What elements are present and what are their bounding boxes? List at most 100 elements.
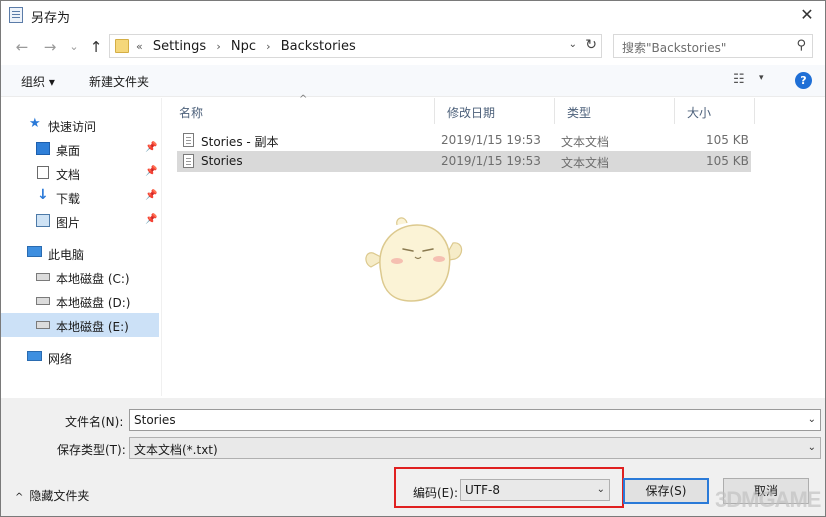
address-bar[interactable]: « Settings › Npc › Backstories ⌄ ↻ [109, 34, 602, 58]
pin-icon[interactable]: 📌 [145, 214, 157, 225]
sidebar-item-pictures[interactable]: 图片 📌 [1, 209, 159, 233]
search-input[interactable]: 搜索"Backstories" ⚲ [613, 34, 813, 58]
encoding-value: UTF-8 [465, 483, 500, 497]
pin-icon[interactable]: 📌 [145, 166, 157, 177]
sidebar-item-quick-access[interactable]: ★ 快速访问 [1, 113, 159, 137]
filetype-select[interactable]: 文本文档(*.txt) ⌄ [129, 437, 821, 459]
sidebar-item-label: 网络 [48, 352, 73, 366]
filetype-value: 文本文档(*.txt) [134, 443, 218, 457]
disk-icon [36, 273, 50, 281]
chevron-down-icon[interactable]: ⌄ [808, 414, 816, 425]
forward-button[interactable]: → [39, 37, 61, 57]
sidebar-item-label: 本地磁盘 (C:) [56, 272, 130, 286]
search-icon[interactable]: ⚲ [796, 38, 806, 53]
sort-ascending-icon: ^ [299, 94, 308, 105]
file-row[interactable]: Stories - 副本 2019/1/15 19:53 文本文档 105 KB [177, 130, 751, 151]
sidebar-item-downloads[interactable]: ↓ 下载 📌 [1, 185, 159, 209]
sidebar-item-label: 桌面 [56, 144, 81, 158]
filetype-label: 保存类型(T): [57, 443, 126, 457]
column-header-label: 大小 [687, 106, 712, 120]
search-placeholder: 搜索"Backstories" [622, 41, 727, 55]
window-title: 另存为 [31, 11, 71, 26]
sidebar-item-network[interactable]: 网络 [1, 345, 159, 369]
sidebar-item-label: 本地磁盘 (E:) [56, 320, 129, 334]
sidebar-item-documents[interactable]: 文档 📌 [1, 161, 159, 185]
breadcrumb-separator[interactable]: › [266, 40, 270, 53]
breadcrumb-npc[interactable]: Npc [231, 39, 256, 54]
document-icon [37, 166, 49, 179]
site-watermark: 3DMGAME [715, 487, 821, 512]
up-button[interactable]: ↑ [85, 37, 107, 57]
view-dropdown-icon[interactable]: ▾ [759, 73, 764, 83]
breadcrumb-settings[interactable]: Settings [153, 39, 206, 54]
column-header-label: 名称 [179, 106, 204, 120]
column-header-label: 修改日期 [447, 106, 496, 120]
filename-label: 文件名(N): [65, 415, 124, 429]
recent-locations-button[interactable]: ⌄ [63, 37, 85, 57]
sidebar-item-drive-e[interactable]: 本地磁盘 (E:) [1, 313, 159, 337]
hide-folders-toggle[interactable]: ^ 隐藏文件夹 [15, 487, 89, 504]
column-header-type[interactable]: 类型 [555, 98, 675, 124]
encoding-label: 编码(E): [413, 486, 458, 500]
save-options-panel: 文件名(N): Stories ⌄ 保存类型(T): 文本文档(*.txt) ⌄… [1, 398, 825, 516]
sidebar-item-label: 此电脑 [48, 248, 85, 262]
file-modified: 2019/1/15 19:53 [441, 133, 541, 147]
file-name: Stories - 副本 [201, 135, 279, 149]
desktop-icon [36, 142, 50, 155]
sidebar-item-this-pc[interactable]: 此电脑 [1, 241, 159, 265]
breadcrumb-backstories[interactable]: Backstories [281, 39, 356, 54]
sidebar-item-drive-d[interactable]: 本地磁盘 (D:) [1, 289, 159, 313]
star-icon: ★ [29, 116, 41, 131]
chevron-down-icon[interactable]: ⌄ [808, 442, 816, 453]
pin-icon[interactable]: 📌 [145, 142, 157, 153]
organize-menu[interactable]: 组织 ▾ [21, 73, 55, 90]
breadcrumb-overflow[interactable]: « [136, 40, 143, 53]
column-header-modified[interactable]: 修改日期 [435, 98, 555, 124]
column-header-size[interactable]: 大小 [675, 98, 755, 124]
breadcrumb: « Settings › Npc › Backstories [136, 39, 362, 54]
hide-folders-label: 隐藏文件夹 [29, 489, 90, 503]
sidebar-item-label: 文档 [56, 168, 81, 182]
sidebar-item-desktop[interactable]: 桌面 📌 [1, 137, 159, 161]
computer-icon [27, 246, 42, 257]
column-header-name[interactable]: 名称 ^ [167, 94, 435, 124]
text-file-icon [183, 154, 194, 168]
chevron-up-icon: ^ [15, 492, 24, 503]
file-row[interactable]: Stories 2019/1/15 19:53 文本文档 105 KB [177, 151, 751, 172]
sidebar-item-drive-c[interactable]: 本地磁盘 (C:) [1, 265, 159, 289]
sidebar-item-label: 下载 [56, 192, 81, 206]
mascot-watermark [365, 217, 463, 302]
column-header-label: 类型 [567, 106, 592, 120]
file-size: 105 KB [706, 133, 749, 147]
sidebar-item-label: 本地磁盘 (D:) [56, 296, 131, 310]
close-button[interactable]: ✕ [789, 1, 825, 29]
breadcrumb-separator[interactable]: › [216, 40, 220, 53]
pin-icon[interactable]: 📌 [145, 190, 157, 201]
folder-icon [115, 39, 129, 53]
file-modified: 2019/1/15 19:53 [441, 154, 541, 168]
command-bar: 组织 ▾ 新建文件夹 ☷ ▾ ? [1, 65, 825, 97]
encoding-select[interactable]: UTF-8 ⌄ [460, 479, 610, 501]
file-list: 名称 ^ 修改日期 类型 大小 Stories - 副本 2019/1/15 1… [167, 94, 825, 396]
back-button[interactable]: ← [11, 37, 33, 57]
pane-divider[interactable] [161, 98, 162, 396]
sidebar-item-label: 图片 [56, 216, 81, 230]
help-icon[interactable]: ? [795, 72, 812, 89]
notepad-icon [9, 7, 23, 23]
file-size: 105 KB [706, 154, 749, 168]
file-name: Stories [201, 154, 243, 168]
new-folder-button[interactable]: 新建文件夹 [89, 73, 149, 90]
sidebar-item-label: 快速访问 [48, 120, 97, 134]
address-row: ← → ⌄ ↑ « Settings › Npc › Backstories ⌄… [1, 31, 825, 63]
navigation-pane: ★ 快速访问 桌面 📌 文档 📌 ↓ 下载 📌 图片 📌 此电脑 本地磁盘 (C… [1, 98, 161, 396]
refresh-icon[interactable]: ↻ [585, 37, 597, 53]
chevron-down-icon[interactable]: ⌄ [597, 484, 605, 495]
picture-icon [36, 214, 50, 227]
address-dropdown-icon[interactable]: ⌄ [569, 39, 577, 50]
title-bar: 另存为 ✕ [1, 1, 825, 29]
disk-icon [36, 321, 50, 329]
view-options-icon[interactable]: ☷ [733, 72, 745, 87]
save-button[interactable]: 保存(S) [623, 478, 709, 504]
save-as-dialog: 另存为 ✕ ← → ⌄ ↑ « Settings › Npc › Backsto… [0, 0, 826, 517]
filename-field[interactable]: Stories ⌄ [129, 409, 821, 431]
